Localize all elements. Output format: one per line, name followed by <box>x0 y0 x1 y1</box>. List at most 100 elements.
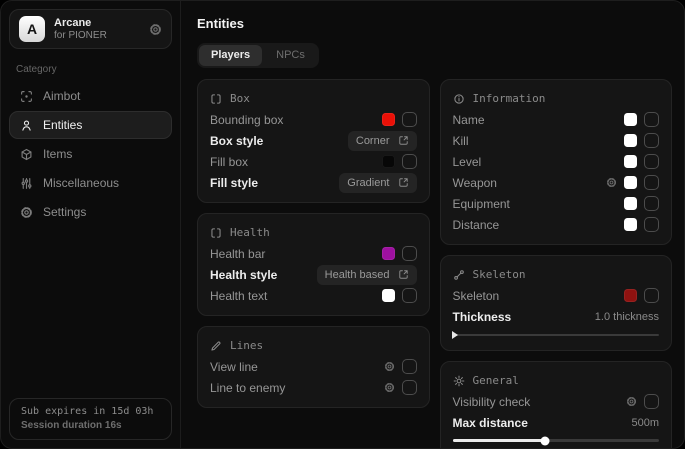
checkbox[interactable] <box>644 133 659 148</box>
general-card: General Visibility check Max distance 500m <box>440 361 673 448</box>
card-columns: BoxBounding boxBox styleCornerFill boxFi… <box>197 79 672 448</box>
line-to-enemy-row: Line to enemy <box>210 377 417 398</box>
slider-track[interactable] <box>453 334 660 336</box>
gearsm-icon[interactable] <box>626 396 637 407</box>
visibility-check-row: Visibility check <box>453 391 660 412</box>
row-controls <box>382 246 417 261</box>
row-label: Max distance <box>453 416 528 430</box>
fill-style-dropdown[interactable]: Gradient <box>339 173 416 193</box>
slider[interactable] <box>453 328 660 341</box>
row-label: Health text <box>210 289 267 303</box>
row-label: Equipment <box>453 197 510 211</box>
checkbox[interactable] <box>644 394 659 409</box>
sidebar-item-label: Items <box>43 147 72 161</box>
box-style-dropdown[interactable]: Corner <box>348 131 417 151</box>
card-title: Skeleton <box>473 268 526 281</box>
slider-track[interactable] <box>453 439 660 442</box>
brand-logo: A <box>19 16 45 42</box>
gear-icon[interactable] <box>149 23 162 36</box>
row-label: Skeleton <box>453 289 500 303</box>
tab-players[interactable]: Players <box>199 45 262 66</box>
color-swatch[interactable] <box>624 155 637 168</box>
row-controls: 500m <box>631 417 659 429</box>
color-swatch[interactable] <box>382 113 395 126</box>
row-controls: Corner <box>348 131 417 151</box>
gearsm-icon[interactable] <box>606 177 617 188</box>
slider[interactable] <box>453 434 660 447</box>
checkbox[interactable] <box>644 112 659 127</box>
sidebar-item-items[interactable]: Items <box>9 140 172 168</box>
brand-name: Arcane <box>54 17 107 30</box>
row-label: Visibility check <box>453 395 531 409</box>
checkbox[interactable] <box>402 359 417 374</box>
health-card: Health Health bar Health style Health based… <box>197 213 430 316</box>
color-swatch[interactable] <box>624 113 637 126</box>
sidebar-item-entities[interactable]: Entities <box>9 111 172 139</box>
color-swatch[interactable] <box>382 289 395 302</box>
row-controls <box>624 154 659 169</box>
sun-icon <box>453 375 465 387</box>
person-icon <box>20 119 33 132</box>
color-swatch[interactable] <box>624 176 637 189</box>
sidebar-item-label: Settings <box>43 205 86 219</box>
row-label: Distance <box>453 218 500 232</box>
expand-icon <box>398 269 409 280</box>
checkbox[interactable] <box>402 246 417 261</box>
checkbox[interactable] <box>402 288 417 303</box>
tab-npcs[interactable]: NPCs <box>264 45 317 66</box>
checkbox[interactable] <box>644 196 659 211</box>
max-distance-row: Max distance 500m <box>453 412 660 433</box>
color-swatch[interactable] <box>382 247 395 260</box>
slider-handle[interactable] <box>541 436 550 445</box>
color-swatch[interactable] <box>624 134 637 147</box>
color-swatch[interactable] <box>382 155 395 168</box>
health-text-row: Health text <box>210 285 417 306</box>
color-swatch[interactable] <box>624 289 637 302</box>
checkbox[interactable] <box>644 154 659 169</box>
distance-row: Distance <box>453 214 660 235</box>
card-title: Health <box>230 226 270 239</box>
checkbox[interactable] <box>402 380 417 395</box>
color-swatch[interactable] <box>624 218 637 231</box>
card-header: Lines <box>210 335 417 356</box>
sidebar-item-miscellaneous[interactable]: Miscellaneous <box>9 169 172 197</box>
sidebar-item-label: Aimbot <box>43 89 80 103</box>
checkbox[interactable] <box>402 154 417 169</box>
sidebar-item-aimbot[interactable]: Aimbot <box>9 82 172 110</box>
brand-subtitle: for PIONER <box>54 30 107 42</box>
expand-icon <box>398 177 409 188</box>
name-row: Name <box>453 109 660 130</box>
checkbox[interactable] <box>644 217 659 232</box>
information-card: InformationNameKillLevelWeaponEquipmentD… <box>440 79 673 245</box>
row-label: Thickness <box>453 310 512 324</box>
row-label: Weapon <box>453 176 497 190</box>
checkbox[interactable] <box>402 112 417 127</box>
sidebar-item-settings[interactable]: Settings <box>9 198 172 226</box>
checkbox[interactable] <box>644 288 659 303</box>
gearsm-icon[interactable] <box>384 382 395 393</box>
card-title: General <box>473 374 519 387</box>
row-controls <box>624 112 659 127</box>
tab-bar: PlayersNPCs <box>197 43 319 68</box>
health-style-dropdown[interactable]: Health based <box>317 265 417 285</box>
dropdown-value: Corner <box>356 135 390 147</box>
row-label: Health style <box>210 268 277 282</box>
card-title: Box <box>230 92 250 105</box>
health-bar-row: Health bar <box>210 243 417 264</box>
box-card: BoxBounding boxBox styleCornerFill boxFi… <box>197 79 430 203</box>
weapon-row: Weapon <box>453 172 660 193</box>
row-value: 1.0 thickness <box>595 311 659 323</box>
subscription-card: Sub expires in 15d 03h Session duration … <box>9 398 172 440</box>
color-swatch[interactable] <box>624 197 637 210</box>
main-panel: Entities PlayersNPCs BoxBounding boxBox … <box>181 1 684 448</box>
skeleton-row: Skeleton <box>453 285 660 306</box>
bone-icon <box>453 269 465 281</box>
checkbox[interactable] <box>644 175 659 190</box>
session-duration-text: Session duration 16s <box>21 420 160 431</box>
gearsm-icon[interactable] <box>384 361 395 372</box>
row-value: 500m <box>631 417 659 429</box>
slider-fill <box>453 439 546 442</box>
row-controls <box>382 112 417 127</box>
card-header: Skeleton <box>453 264 660 285</box>
slider-handle[interactable] <box>452 331 458 339</box>
